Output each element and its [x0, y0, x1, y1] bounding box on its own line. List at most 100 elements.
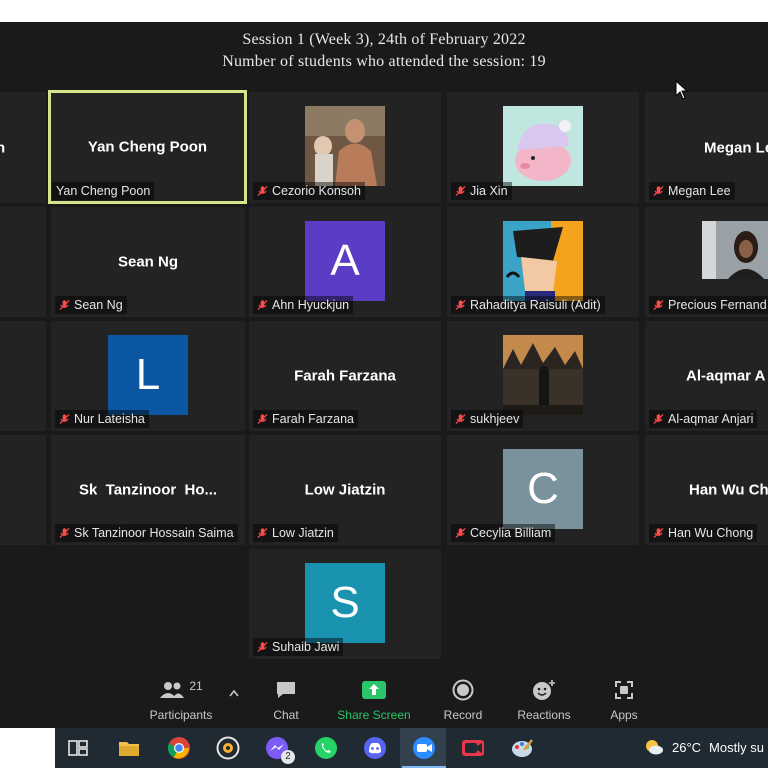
participant-tile[interactable]: Al-aqmar A Al-aqmar Anjari	[645, 321, 768, 431]
name-plate: Rahaditya Raisuli (Adit)	[451, 296, 605, 314]
muted-mic-icon	[257, 527, 268, 539]
participant-tile[interactable]: Low Jiatzin Low Jiatzin	[249, 435, 441, 545]
participant-label: Megan Lee	[668, 184, 731, 198]
muted-mic-icon	[59, 413, 70, 425]
discord-icon[interactable]	[363, 736, 387, 760]
participant-label: Han Wu Chong	[668, 526, 754, 540]
participant-initial-avatar: S	[305, 563, 385, 643]
chevron-up-icon	[229, 689, 239, 697]
participant-label: Jia Xin	[470, 184, 508, 198]
participant-tile[interactable]: Megan Le Megan Lee	[645, 92, 768, 203]
reactions-icon	[533, 680, 555, 700]
share-screen-label: Share Screen	[337, 708, 411, 722]
name-plate: Suhaib Jawi	[253, 638, 344, 656]
participant-initial-avatar: A	[305, 221, 385, 301]
name-plate: Megan Lee	[649, 182, 735, 200]
name-plate: Al-aqmar Anjari	[649, 410, 758, 428]
name-plate: sukhjeev	[451, 410, 524, 428]
whatsapp-icon[interactable]	[314, 736, 338, 760]
participant-name: n	[0, 139, 6, 156]
muted-mic-icon	[59, 299, 70, 311]
window-top-bar	[0, 0, 768, 22]
zoom-taskbar-button[interactable]	[402, 736, 446, 768]
participant-tile[interactable]: S Suhaib Jawi	[249, 549, 441, 659]
participant-tile[interactable]: Han Wu Ch Han Wu Chong	[645, 435, 768, 545]
muted-mic-icon	[653, 527, 664, 539]
muted-mic-icon	[455, 185, 466, 197]
messenger-badge: 2	[281, 750, 295, 764]
participant-label: Farah Farzana	[272, 412, 354, 426]
participant-tile[interactable]: L Nur Lateisha	[51, 321, 245, 431]
name-plate: Jia Xin	[451, 182, 512, 200]
name-plate: Han Wu Chong	[649, 524, 758, 542]
participant-name: Al-aqmar A	[686, 367, 766, 385]
apps-button[interactable]: Apps	[604, 678, 644, 722]
participant-initial-avatar: L	[108, 335, 188, 415]
participant-label: Suhaib Jawi	[272, 640, 340, 654]
participant-tile[interactable]: sukhjeev	[447, 321, 639, 431]
participant-name: Megan Le	[704, 139, 768, 156]
chrome-icon[interactable]	[167, 736, 191, 760]
participant-name: Sk Tanzinoor Ho...	[78, 481, 218, 499]
participant-tile[interactable]: Cezorio Konsoh	[249, 92, 441, 203]
participant-tile[interactable]: C Cecylia Billiam	[447, 435, 639, 545]
participant-tile[interactable]	[0, 321, 46, 431]
participant-tile-active-speaker[interactable]: Yan Cheng Poon Yan Cheng Poon	[48, 90, 247, 204]
participant-label: Sean Ng	[74, 298, 123, 312]
name-plate: Sk Tanzinoor Hossain Saima	[55, 524, 238, 542]
name-plate: Yan Cheng Poon	[52, 182, 155, 200]
session-caption: Session 1 (Week 3), 24th of February 202…	[0, 22, 768, 90]
taskbar-search-box[interactable]	[0, 728, 55, 768]
participant-tile[interactable]: Sean Ng Sean Ng	[51, 207, 245, 317]
apps-icon	[615, 681, 633, 699]
participant-tile[interactable]: A Ahn Hyuckjun	[249, 207, 441, 317]
name-plate: Cezorio Konsoh	[253, 182, 365, 200]
participant-tile[interactable]	[0, 207, 46, 317]
chat-icon	[277, 682, 295, 698]
share-screen-button[interactable]: Share Screen	[336, 678, 412, 722]
file-explorer-icon[interactable]	[117, 736, 141, 760]
messenger-icon[interactable]: 2	[265, 736, 295, 764]
participant-tile[interactable]: n	[0, 92, 46, 203]
reactions-button[interactable]: Reactions	[515, 678, 573, 722]
participant-label: Precious Fernand	[668, 298, 767, 312]
chat-label: Chat	[273, 708, 299, 722]
participant-tile[interactable]: Precious Fernand	[645, 207, 768, 317]
weather-condition: Mostly su	[709, 739, 764, 755]
participant-label: sukhjeev	[470, 412, 520, 426]
paint-icon[interactable]	[510, 736, 534, 760]
participant-name: Yan Cheng Poon	[87, 138, 208, 156]
participants-count: 21	[189, 679, 203, 693]
caption-title: Session 1 (Week 3), 24th of February 202…	[242, 31, 526, 48]
muted-mic-icon	[257, 413, 268, 425]
participant-name: Han Wu Ch	[689, 481, 768, 499]
chat-button[interactable]: Chat	[266, 678, 306, 722]
participant-tile[interactable]: Jia Xin	[447, 92, 639, 203]
media-player-icon[interactable]	[216, 736, 240, 760]
participant-tile[interactable]: Rahaditya Raisuli (Adit)	[447, 207, 639, 317]
participants-button[interactable]: 21 Participants	[148, 678, 214, 722]
participant-label: Sk Tanzinoor Hossain Saima	[74, 526, 234, 540]
apps-label: Apps	[610, 708, 638, 722]
participant-label: Nur Lateisha	[74, 412, 145, 426]
screen-recorder-icon[interactable]	[461, 736, 485, 760]
name-plate: Ahn Hyuckjun	[253, 296, 354, 314]
participant-label: Yan Cheng Poon	[56, 184, 151, 198]
participant-tile[interactable]	[0, 435, 46, 545]
weather-widget[interactable]: 26°C Mostly su	[644, 738, 764, 756]
record-button[interactable]: Record	[441, 678, 485, 722]
participant-tile[interactable]: Sk Tanzinoor Ho... Sk Tanzinoor Hossain …	[51, 435, 245, 545]
participant-tile[interactable]: Farah Farzana Farah Farzana	[249, 321, 441, 431]
muted-mic-icon	[653, 413, 664, 425]
participant-label: Ahn Hyuckjun	[272, 298, 350, 312]
caption-attendance: Number of students who attended the sess…	[222, 53, 546, 70]
name-plate: Farah Farzana	[253, 410, 358, 428]
reactions-label: Reactions	[517, 708, 571, 722]
task-view-icon[interactable]	[66, 736, 90, 760]
partly-sunny-icon	[646, 740, 663, 755]
muted-mic-icon	[653, 185, 664, 197]
participants-options-caret[interactable]	[226, 686, 242, 700]
share-screen-icon	[362, 681, 386, 699]
participant-photo	[305, 106, 385, 186]
kirby-avatar-icon	[503, 106, 583, 186]
